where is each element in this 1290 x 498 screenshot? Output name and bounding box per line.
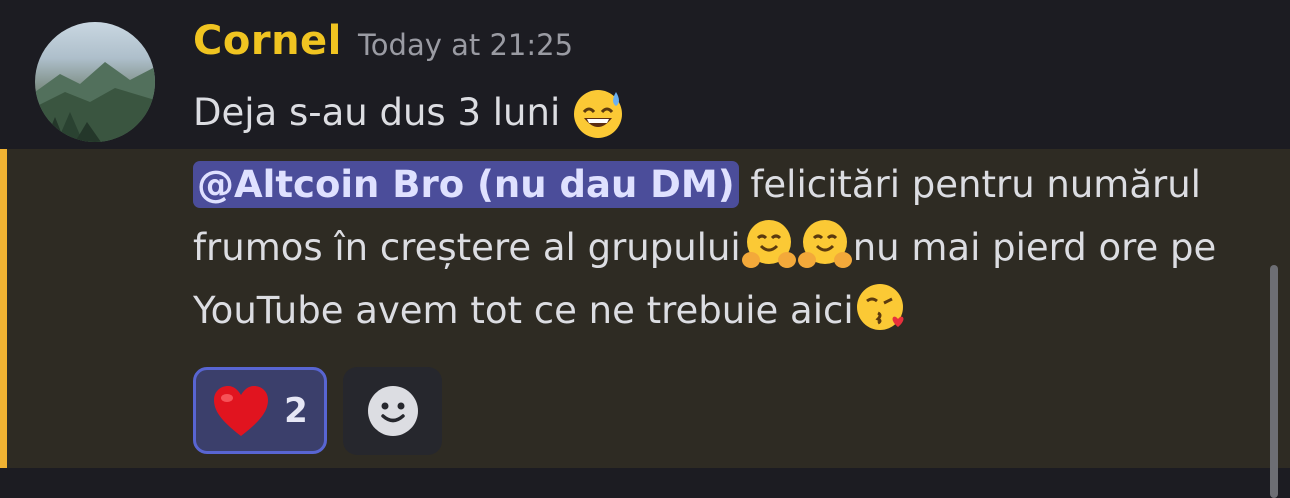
hugging-face-emoji [741,220,796,268]
face-blowing-kiss-emoji [856,284,904,330]
author-name[interactable]: Cornel [193,18,342,64]
smiley-icon [367,386,418,436]
message-body: @Altcoin Bro (nu dau DM) felicitări pent… [193,154,1263,342]
hugging-face-emoji [797,220,852,268]
chat-message: Cornel Today at 21:25 Deja s-au dus 3 lu… [0,0,1290,498]
reaction-heart-button[interactable]: 2 [193,367,327,454]
message-text: Deja s-au dus 3 luni [193,90,561,134]
red-heart-icon [214,385,269,436]
highlight-accent-bar [0,149,7,468]
message-line: Deja s-au dus 3 luni [193,84,626,140]
grinning-sweat-emoji [574,90,623,138]
message-timestamp: Today at 21:25 [358,28,574,62]
reaction-count: 2 [284,390,308,431]
scrollbar[interactable] [1270,265,1278,498]
avatar[interactable] [35,22,155,142]
add-reaction-button[interactable] [343,367,442,455]
user-mention[interactable]: @Altcoin Bro (nu dau DM) [193,161,739,208]
